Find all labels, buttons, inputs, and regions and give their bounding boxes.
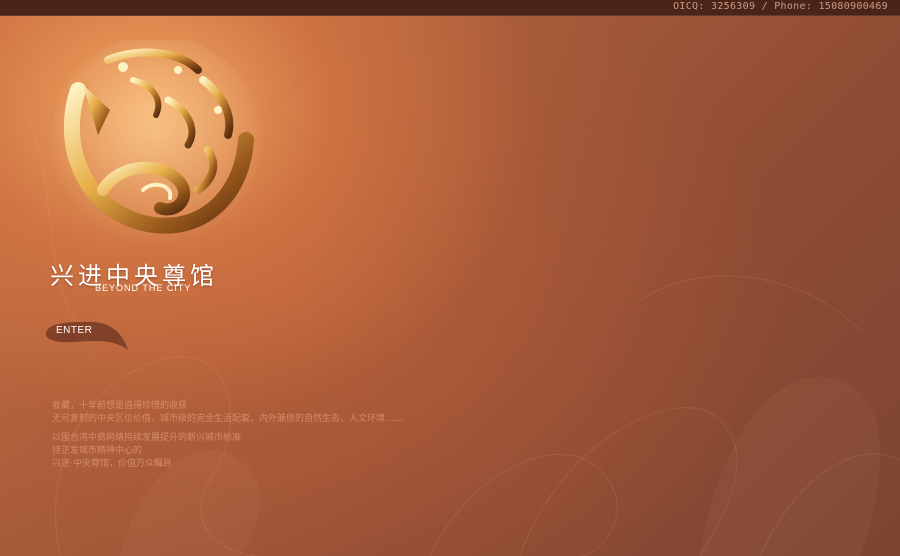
contact-info: OICQ: 3256309 / Phone: 15080900469 xyxy=(673,1,888,12)
enter-button[interactable]: ENTER xyxy=(44,318,134,354)
description-line: 兴进·中央尊馆，价值万众瞩目 xyxy=(52,459,172,469)
enter-button-shape xyxy=(46,321,128,350)
brand-tagline: BEYOND THE CITY xyxy=(95,283,192,293)
description-line: 持正发城市精神中心的 xyxy=(52,446,143,456)
description-block: 收藏，十年前想是值得珍惜的收获 无可复制的中央区位价值，城市级的完全生活配套，内… xyxy=(52,400,403,471)
top-bar: OICQ: 3256309 / Phone: 15080900469 xyxy=(0,0,900,16)
phoenix-logo xyxy=(51,40,261,245)
description-line: 无可复制的中央区位价值，城市级的完全生活配套，内外兼修的自然生态，人文环境…… xyxy=(52,414,404,424)
splash-page: OICQ: 3256309 / Phone: 15080900469 兴进中央尊… xyxy=(0,0,900,556)
enter-label[interactable]: ENTER xyxy=(56,325,92,336)
description-line: 以国台湾中商网络持续发展提升的新兴城市标准 xyxy=(52,433,242,443)
description-line: 收藏，十年前想是值得珍惜的收获 xyxy=(52,401,188,411)
